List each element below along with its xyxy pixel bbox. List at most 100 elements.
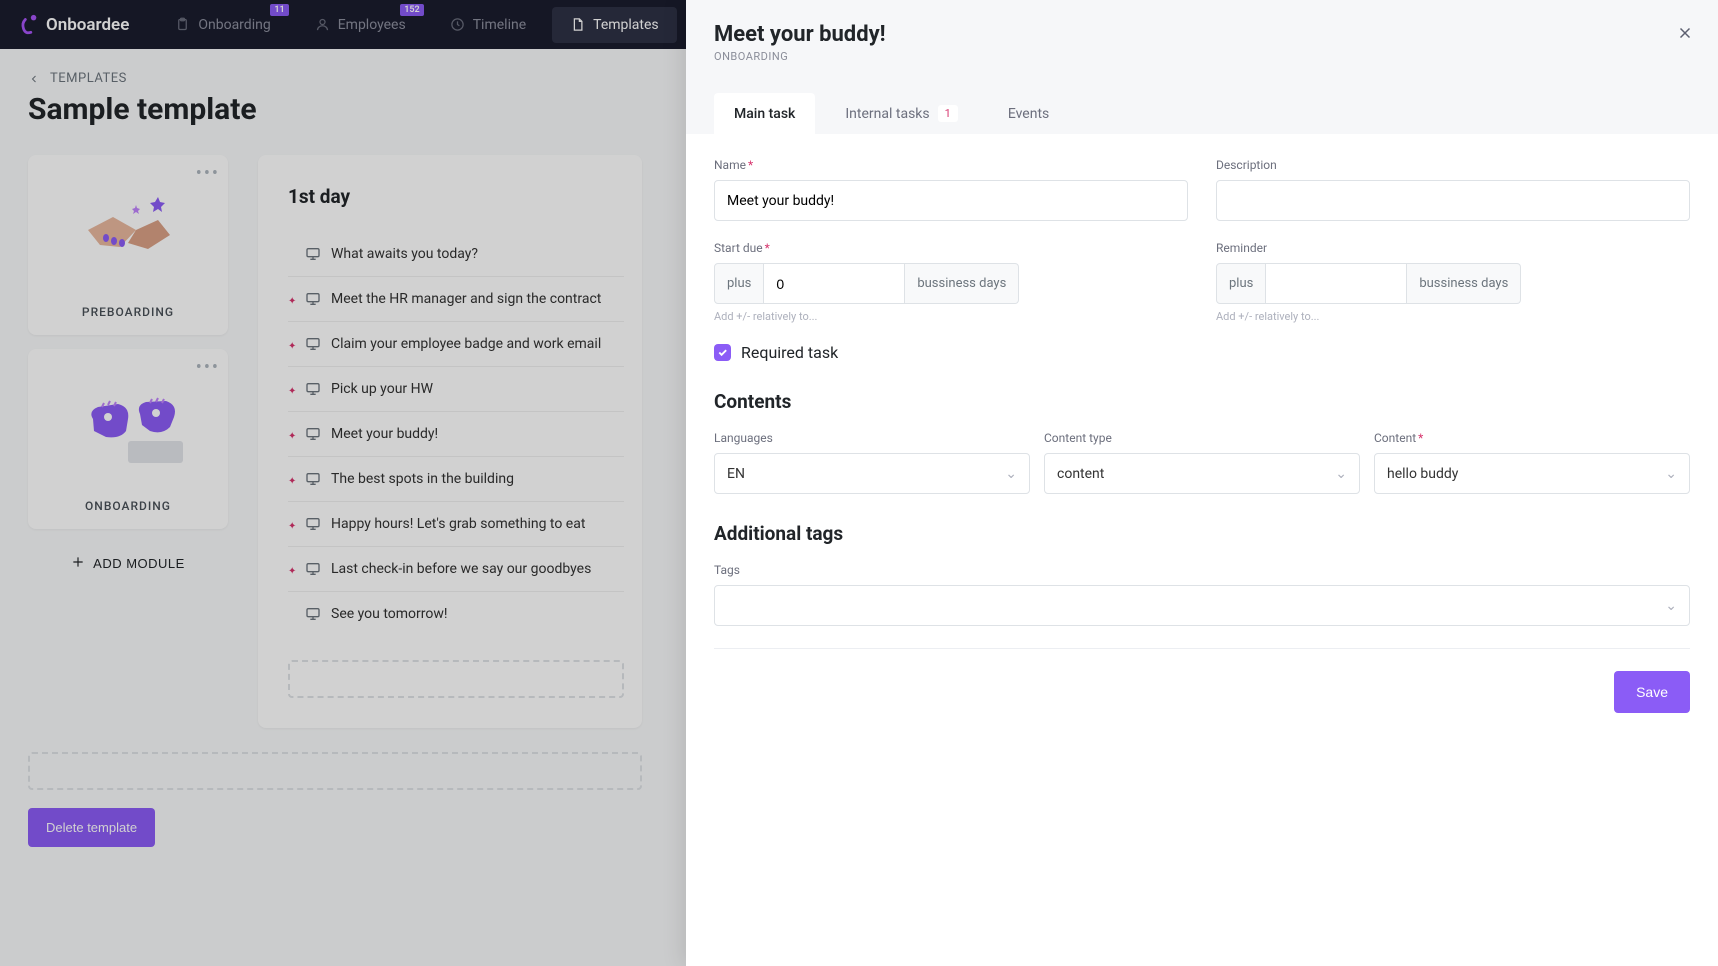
task-text: Claim your employee badge and work email bbox=[331, 336, 601, 352]
save-button[interactable]: Save bbox=[1614, 671, 1690, 713]
nav-badge: 11 bbox=[270, 4, 288, 16]
task-row[interactable]: ✦Meet your buddy! bbox=[288, 412, 624, 457]
content-select[interactable]: hello buddy ⌄ bbox=[1374, 453, 1690, 494]
task-text: See you tomorrow! bbox=[331, 606, 447, 622]
startdue-helper: Add +/- relatively to... bbox=[714, 310, 1188, 323]
monitor-icon bbox=[305, 606, 321, 622]
tab-internal-tasks[interactable]: Internal tasks1 bbox=[825, 93, 977, 134]
chevron-down-icon: ⌄ bbox=[1005, 466, 1017, 482]
nav-timeline[interactable]: Timeline bbox=[432, 7, 544, 43]
task-row[interactable]: ✦ The best spots in the building bbox=[288, 457, 624, 502]
breadcrumb-label: TEMPLATES bbox=[50, 71, 127, 86]
module-card-preboarding[interactable]: ••• PREBOARDING bbox=[28, 155, 228, 335]
monitor-icon bbox=[305, 561, 321, 577]
main-column: TEMPLATES Sample template ••• bbox=[0, 49, 670, 966]
page-title: Sample template bbox=[28, 92, 642, 127]
required-dot-icon: ✦ bbox=[288, 431, 295, 438]
close-icon[interactable] bbox=[1676, 24, 1694, 46]
required-dot-icon: ✦ bbox=[288, 341, 295, 348]
delete-template-button[interactable]: Delete template bbox=[28, 808, 155, 847]
add-module-button[interactable]: ADD MODULE bbox=[28, 543, 228, 584]
required-checkbox-row[interactable]: Required task bbox=[714, 343, 1690, 362]
content-type-select[interactable]: content ⌄ bbox=[1044, 453, 1360, 494]
modules-column: ••• PREBOARDING bbox=[28, 155, 228, 728]
brand-logo[interactable]: Onboardee bbox=[18, 14, 129, 36]
task-row[interactable]: What awaits you today? bbox=[288, 232, 624, 277]
name-label: Name* bbox=[714, 158, 1188, 172]
drawer-title: Meet your buddy! bbox=[714, 22, 1690, 47]
reminder-suffix: bussiness days bbox=[1407, 263, 1521, 304]
reminder-prefix[interactable]: plus bbox=[1216, 263, 1266, 304]
task-drawer: Meet your buddy! ONBOARDING Main task In… bbox=[686, 0, 1718, 966]
chevron-down-icon: ⌄ bbox=[1335, 466, 1347, 482]
breadcrumb[interactable]: TEMPLATES bbox=[28, 71, 642, 86]
drawer-body: Name* Description Start due* plus bussin… bbox=[686, 134, 1718, 966]
document-icon bbox=[570, 17, 585, 32]
nav-badge: 152 bbox=[400, 4, 423, 16]
arrow-left-icon bbox=[28, 73, 40, 85]
startdue-input[interactable] bbox=[764, 264, 904, 303]
monitor-icon bbox=[305, 246, 321, 262]
clipboard-icon bbox=[175, 17, 190, 32]
nav-label: Timeline bbox=[473, 17, 526, 33]
required-dot-icon: ✦ bbox=[288, 386, 295, 393]
languages-select[interactable]: EN ⌄ bbox=[714, 453, 1030, 494]
contents-heading: Contents bbox=[714, 390, 1690, 413]
tasks-column: 1st day What awaits you today?✦Meet the … bbox=[258, 155, 642, 728]
startdue-prefix[interactable]: plus bbox=[714, 263, 764, 304]
task-text: The best spots in the building bbox=[331, 471, 514, 487]
required-label: Required task bbox=[741, 343, 838, 362]
task-text: Happy hours! Let's grab something to eat bbox=[331, 516, 585, 532]
content-type-label: Content type bbox=[1044, 431, 1360, 445]
add-section-dropzone[interactable] bbox=[28, 752, 642, 790]
task-text: What awaits you today? bbox=[331, 246, 478, 262]
task-row[interactable]: See you tomorrow! bbox=[288, 592, 624, 636]
clock-icon bbox=[450, 17, 465, 32]
nav-label: Onboarding bbox=[198, 17, 270, 33]
required-dot-icon: ✦ bbox=[288, 476, 295, 483]
task-row[interactable]: ✦Meet the HR manager and sign the contra… bbox=[288, 277, 624, 322]
reminder-helper: Add +/- relatively to... bbox=[1216, 310, 1690, 323]
person-icon bbox=[315, 17, 330, 32]
tab-events[interactable]: Events bbox=[988, 93, 1069, 134]
monitor-icon bbox=[305, 471, 321, 487]
startdue-suffix: bussiness days bbox=[905, 263, 1019, 304]
task-row[interactable]: ✦ Pick up your HW bbox=[288, 367, 624, 412]
tags-select[interactable]: ⌄ bbox=[714, 585, 1690, 626]
nav-templates[interactable]: Templates bbox=[552, 7, 677, 43]
tags-heading: Additional tags bbox=[714, 522, 1690, 545]
tab-main-task[interactable]: Main task bbox=[714, 93, 815, 134]
required-dot-icon: ✦ bbox=[288, 566, 295, 573]
task-text: Last check-in before we say our goodbyes bbox=[331, 561, 591, 577]
drawer-subtitle: ONBOARDING bbox=[714, 50, 1690, 63]
task-text: Meet the HR manager and sign the contrac… bbox=[331, 291, 601, 307]
reminder-compound: plus bussiness days bbox=[1216, 263, 1690, 304]
reminder-input[interactable] bbox=[1266, 264, 1406, 303]
task-row[interactable]: ✦ Last check-in before we say our goodbye… bbox=[288, 547, 624, 592]
monitor-icon bbox=[305, 291, 321, 307]
top-nav: Onboarding 11 Employees 152 Timeline Tem… bbox=[157, 7, 676, 43]
shoes-illustration bbox=[38, 359, 218, 489]
module-card-onboarding[interactable]: ••• ONBOARDING bbox=[28, 349, 228, 529]
module-label: ONBOARDING bbox=[38, 499, 218, 513]
divider bbox=[714, 648, 1690, 649]
brand-name: Onboardee bbox=[46, 15, 129, 35]
task-row[interactable]: ✦ Claim your employee badge and work emai… bbox=[288, 322, 624, 367]
name-input[interactable] bbox=[714, 180, 1188, 221]
chevron-down-icon: ⌄ bbox=[1665, 466, 1677, 482]
reminder-label: Reminder bbox=[1216, 241, 1690, 255]
tab-badge: 1 bbox=[938, 105, 958, 122]
module-label: PREBOARDING bbox=[38, 305, 218, 319]
nav-employees[interactable]: Employees 152 bbox=[297, 7, 424, 43]
checkbox-checked-icon[interactable] bbox=[714, 344, 731, 361]
nav-onboarding[interactable]: Onboarding 11 bbox=[157, 7, 288, 43]
drawer-tabs: Main task Internal tasks1 Events bbox=[714, 93, 1690, 134]
add-task-dropzone[interactable] bbox=[288, 660, 624, 698]
startdue-label: Start due* bbox=[714, 241, 1188, 255]
add-module-label: ADD MODULE bbox=[93, 556, 185, 571]
task-row[interactable]: ✦Happy hours! Let's grab something to ea… bbox=[288, 502, 624, 547]
task-text: Pick up your HW bbox=[331, 381, 433, 397]
description-input[interactable] bbox=[1216, 180, 1690, 221]
monitor-icon bbox=[305, 336, 321, 352]
nav-label: Templates bbox=[593, 17, 659, 33]
